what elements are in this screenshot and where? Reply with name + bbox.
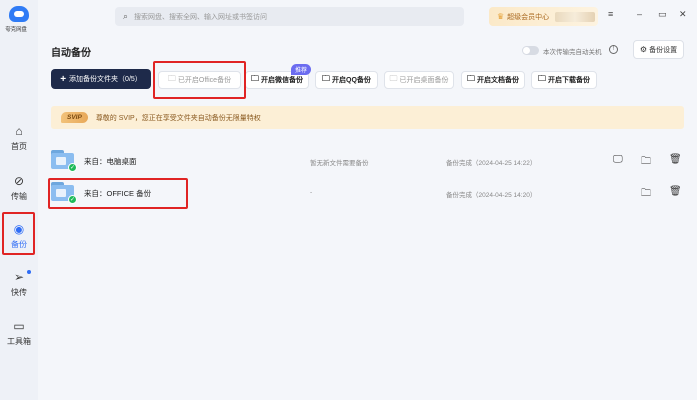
notification-dot	[27, 270, 31, 274]
search-icon: ⌕	[123, 11, 129, 21]
search-placeholder: 搜索网盘、搜索全网、输入网址或书签访问	[134, 13, 268, 21]
qq-backup-label: 开启QQ备份	[332, 77, 371, 84]
document-backup-label: 开启文档备份	[477, 77, 519, 84]
document-backup-button[interactable]: 🗀 开启文档备份	[461, 71, 525, 89]
sidebar: 夸克网盘 ⌂ 首页 ⊘ 传输 ◉ 备份 ➢ 快传 ▭ 工具箱	[0, 0, 38, 400]
delete-icon[interactable]: 🗑	[669, 186, 682, 197]
app-name: 夸克网盘	[5, 27, 27, 33]
sidebar-item-label: 快传	[11, 288, 27, 297]
crown-icon: ♛	[497, 12, 505, 21]
minimize-icon[interactable]: –	[637, 9, 642, 19]
vip-center-button[interactable]: ♛ 超级会员中心	[489, 7, 598, 26]
download-backup-label: 开启下载备份	[548, 77, 590, 84]
sidebar-item-send[interactable]: ➢ 快传	[0, 264, 38, 306]
backup-source: 来自：电脑桌面	[84, 157, 137, 166]
info-icon[interactable]: !	[609, 45, 618, 54]
folder-sync-icon: 🗀	[467, 74, 475, 83]
gear-icon: ⚙	[639, 45, 648, 54]
check-icon: ✓	[68, 163, 77, 172]
sidebar-item-home[interactable]: ⌂ 首页	[0, 118, 38, 160]
plus-icon: +	[60, 73, 67, 85]
highlight-box	[48, 178, 188, 209]
sidebar-item-toolbox[interactable]: ▭ 工具箱	[0, 313, 38, 355]
backup-time: 备份完成（2024-04-25 14:20）	[446, 192, 537, 199]
delete-icon[interactable]: 🗑	[669, 154, 682, 165]
highlight-box	[153, 61, 246, 99]
folder-open-icon[interactable]: 🗀	[641, 186, 651, 203]
cloud-logo-icon	[9, 6, 29, 22]
list-item[interactable]: ✓ 来自：电脑桌面 暂无新文件需要备份 备份完成（2024-04-25 14:2…	[51, 150, 684, 178]
home-icon: ⌂	[15, 124, 23, 138]
sidebar-item-transfer[interactable]: ⊘ 传输	[0, 168, 38, 210]
backup-status: -	[310, 189, 313, 196]
folder-sync-icon: 🗀	[251, 74, 259, 83]
page-title: 自动备份	[51, 48, 91, 59]
monitor-icon[interactable]: 🖵	[613, 154, 623, 165]
recommend-badge: 推荐	[291, 64, 312, 75]
auto-shutdown-label: 本次传输完自动关机	[543, 49, 602, 56]
add-backup-folder-label: 添加备份文件夹（0/5）	[69, 76, 142, 83]
desktop-backup-button[interactable]: 🗀 已开启桌面备份	[384, 71, 454, 89]
svip-tag: SVIP	[61, 112, 88, 123]
sidebar-item-label: 工具箱	[7, 337, 31, 346]
restore-icon[interactable]: ▭	[658, 9, 667, 20]
sidebar-item-label: 传输	[11, 192, 27, 201]
app-logo: 夸克网盘	[5, 4, 31, 38]
desktop-backup-label: 已开启桌面备份	[399, 77, 449, 84]
highlight-box	[2, 212, 35, 255]
user-avatar	[555, 11, 596, 22]
folder-sync-icon: 🗀	[538, 74, 546, 83]
vip-label: 超级会员中心	[507, 13, 550, 21]
backup-settings-label: 备份设置	[649, 46, 678, 54]
transfer-icon: ⊘	[13, 174, 25, 188]
auto-shutdown-toggle[interactable]	[522, 46, 539, 55]
svip-text: 尊敬的 SVIP，您正在享受文件夹自动备份无限量特权	[95, 114, 261, 122]
search-input[interactable]: ⌕ 搜索网盘、搜索全网、输入网址或书签访问	[115, 7, 464, 26]
folder-icon: ✓	[51, 150, 77, 172]
backup-time: 备份完成（2024-04-25 14:22）	[446, 160, 537, 167]
close-icon[interactable]: ✕	[679, 9, 687, 20]
svip-banner: SVIP 尊敬的 SVIP，您正在享受文件夹自动备份无限量特权	[51, 106, 684, 129]
folder-sync-icon: 🗀	[389, 74, 398, 83]
download-backup-button[interactable]: 🗀 开启下载备份	[531, 71, 597, 89]
add-backup-folder-button[interactable]: + 添加备份文件夹（0/5）	[51, 69, 151, 89]
backup-status: 暂无新文件需要备份	[310, 160, 369, 167]
toolbox-icon: ▭	[13, 319, 25, 333]
backup-settings-button[interactable]: ⚙ 备份设置	[633, 40, 684, 59]
menu-icon[interactable]: ≡	[608, 9, 613, 19]
folder-sync-icon: 🗀	[322, 74, 331, 83]
wechat-backup-label: 开启微信备份	[261, 77, 303, 84]
folder-open-icon[interactable]: 🗀	[641, 154, 651, 171]
qq-backup-button[interactable]: 🗀 开启QQ备份	[315, 71, 378, 89]
send-icon: ➢	[13, 270, 25, 284]
sidebar-item-label: 首页	[11, 142, 27, 151]
